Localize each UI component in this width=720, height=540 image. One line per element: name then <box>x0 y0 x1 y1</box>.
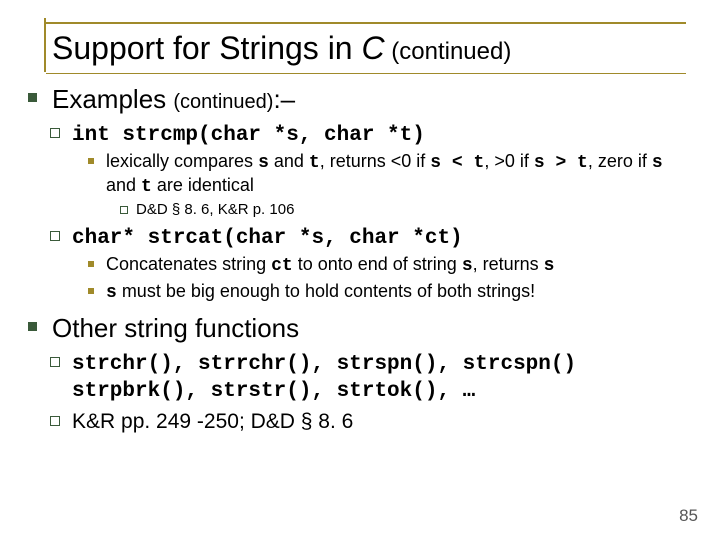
section-other: Other string functions strchr(), strrchr… <box>52 313 692 435</box>
slide: Support for Strings in C (continued) Exa… <box>0 0 720 540</box>
strcmp-ref: D&D § 8. 6, K&R p. 106 <box>136 201 692 219</box>
other-refs: K&R pp. 249 -250; D&D § 8. 6 <box>72 409 692 435</box>
strcat-desc-1: Concatenates string ct to onto end of st… <box>106 254 692 278</box>
title-left-rule <box>44 18 46 72</box>
title-suffix: (continued) <box>385 38 512 65</box>
other-funcs: strchr(), strrchr(), strspn(), strcspn()… <box>72 350 692 405</box>
slide-content: Examples (continued):– int strcmp(char *… <box>48 74 692 435</box>
item-strcat: char* strcat(char *s, char *ct) Concaten… <box>72 224 692 306</box>
slide-title: Support for Strings in C (continued) <box>44 26 692 73</box>
title-main: Support for Strings in <box>52 30 361 66</box>
code-strcmp: int strcmp(char *s, char *t) <box>72 124 425 147</box>
title-block: Support for Strings in C (continued) <box>44 18 692 74</box>
heading-tail: :– <box>273 84 295 114</box>
section-examples: Examples (continued):– int strcmp(char *… <box>52 84 692 305</box>
strcat-desc-2: s must be big enough to hold contents of… <box>106 281 692 305</box>
code-strcat: char* strcat(char *s, char *ct) <box>72 227 463 250</box>
section-heading-2: Other string functions <box>52 313 299 343</box>
title-italic: C <box>361 30 384 66</box>
section-heading: Examples (continued):– <box>52 84 295 114</box>
page-number: 85 <box>679 506 698 526</box>
item-strcmp: int strcmp(char *s, char *t) lexically c… <box>72 121 692 220</box>
heading-suffix: (continued) <box>173 91 273 113</box>
strcmp-desc: lexically compares s and t, returns <0 i… <box>106 151 692 219</box>
heading-text: Examples <box>52 84 173 114</box>
title-top-rule <box>46 22 686 24</box>
